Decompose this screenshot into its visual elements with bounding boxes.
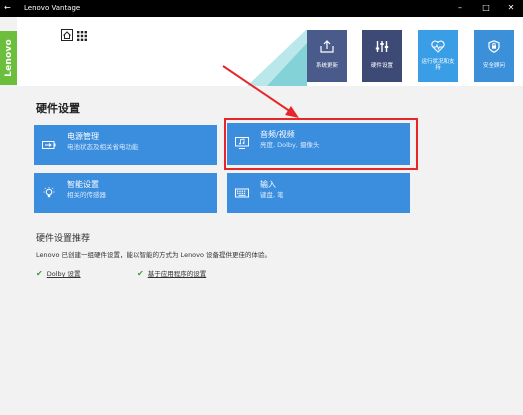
recommend-link-app-based[interactable]: ✔ 基于应用程序的设置: [137, 268, 206, 278]
recommend-link-dolby[interactable]: ✔ Dolby 设置: [36, 268, 81, 278]
light-bulb-icon: [43, 187, 55, 198]
card-subtitle: 键盘, 笔: [260, 191, 284, 199]
nav-tile-label: 运行状况和支持: [421, 59, 455, 71]
nav-tile-health-support[interactable]: 运行状况和支持: [418, 30, 458, 82]
nav-tile-label: 硬件设置: [370, 63, 393, 69]
nav-tile-label: 安全顾问: [482, 63, 505, 69]
security-advisor-icon: [488, 40, 500, 53]
home-icon[interactable]: [61, 29, 73, 41]
grid-menu-icon[interactable]: [77, 31, 87, 41]
title-bar: ← Lenovo Vantage – □ ✕: [0, 0, 523, 17]
hardware-settings-icon: [375, 41, 389, 52]
system-update-icon: [320, 40, 334, 53]
recommend-title: 硬件设置推荐: [36, 234, 91, 244]
keyboard-icon: [235, 188, 249, 198]
close-button[interactable]: ✕: [505, 3, 517, 13]
card-title: 电源管理: [67, 132, 99, 141]
card-subtitle: 相关的传感器: [67, 191, 106, 199]
card-power-management[interactable]: 电源管理 电池状态及相关省电功能: [34, 125, 217, 165]
page-title: 硬件设置: [36, 102, 80, 115]
checkmark-icon: ✔: [36, 269, 43, 278]
card-title: 输入: [260, 180, 276, 189]
lenovo-logo: Lenovo: [0, 31, 17, 85]
minimize-button[interactable]: –: [454, 3, 466, 13]
checkmark-icon: ✔: [137, 269, 144, 278]
card-input[interactable]: 输入 键盘, 笔: [227, 173, 410, 213]
back-arrow-icon[interactable]: ←: [4, 3, 11, 13]
battery-icon: [42, 141, 56, 149]
maximize-button[interactable]: □: [480, 3, 492, 13]
nav-tile-security-advisor[interactable]: 安全顾问: [474, 30, 514, 82]
nav-tile-hardware-settings[interactable]: 硬件设置: [362, 30, 402, 82]
nav-tile-label: 系统更新: [315, 63, 338, 69]
window-title: Lenovo Vantage: [24, 4, 81, 12]
link-text[interactable]: Dolby 设置: [47, 270, 81, 278]
nav-tile-system-update[interactable]: 系统更新: [307, 30, 347, 82]
annotation-arrow: [222, 65, 299, 118]
health-support-icon: [431, 40, 445, 53]
card-subtitle: 电池状态及相关省电功能: [67, 143, 139, 151]
highlight-box: [224, 118, 418, 170]
card-smart-settings[interactable]: 智能设置 相关的传感器: [34, 173, 217, 213]
logo-text: Lenovo: [3, 39, 14, 77]
link-text[interactable]: 基于应用程序的设置: [148, 270, 207, 278]
card-title: 智能设置: [67, 180, 99, 189]
recommend-description: Lenovo 已创建一组硬件设置，能以智能的方式为 Lenovo 设备提供更佳的…: [36, 251, 272, 259]
